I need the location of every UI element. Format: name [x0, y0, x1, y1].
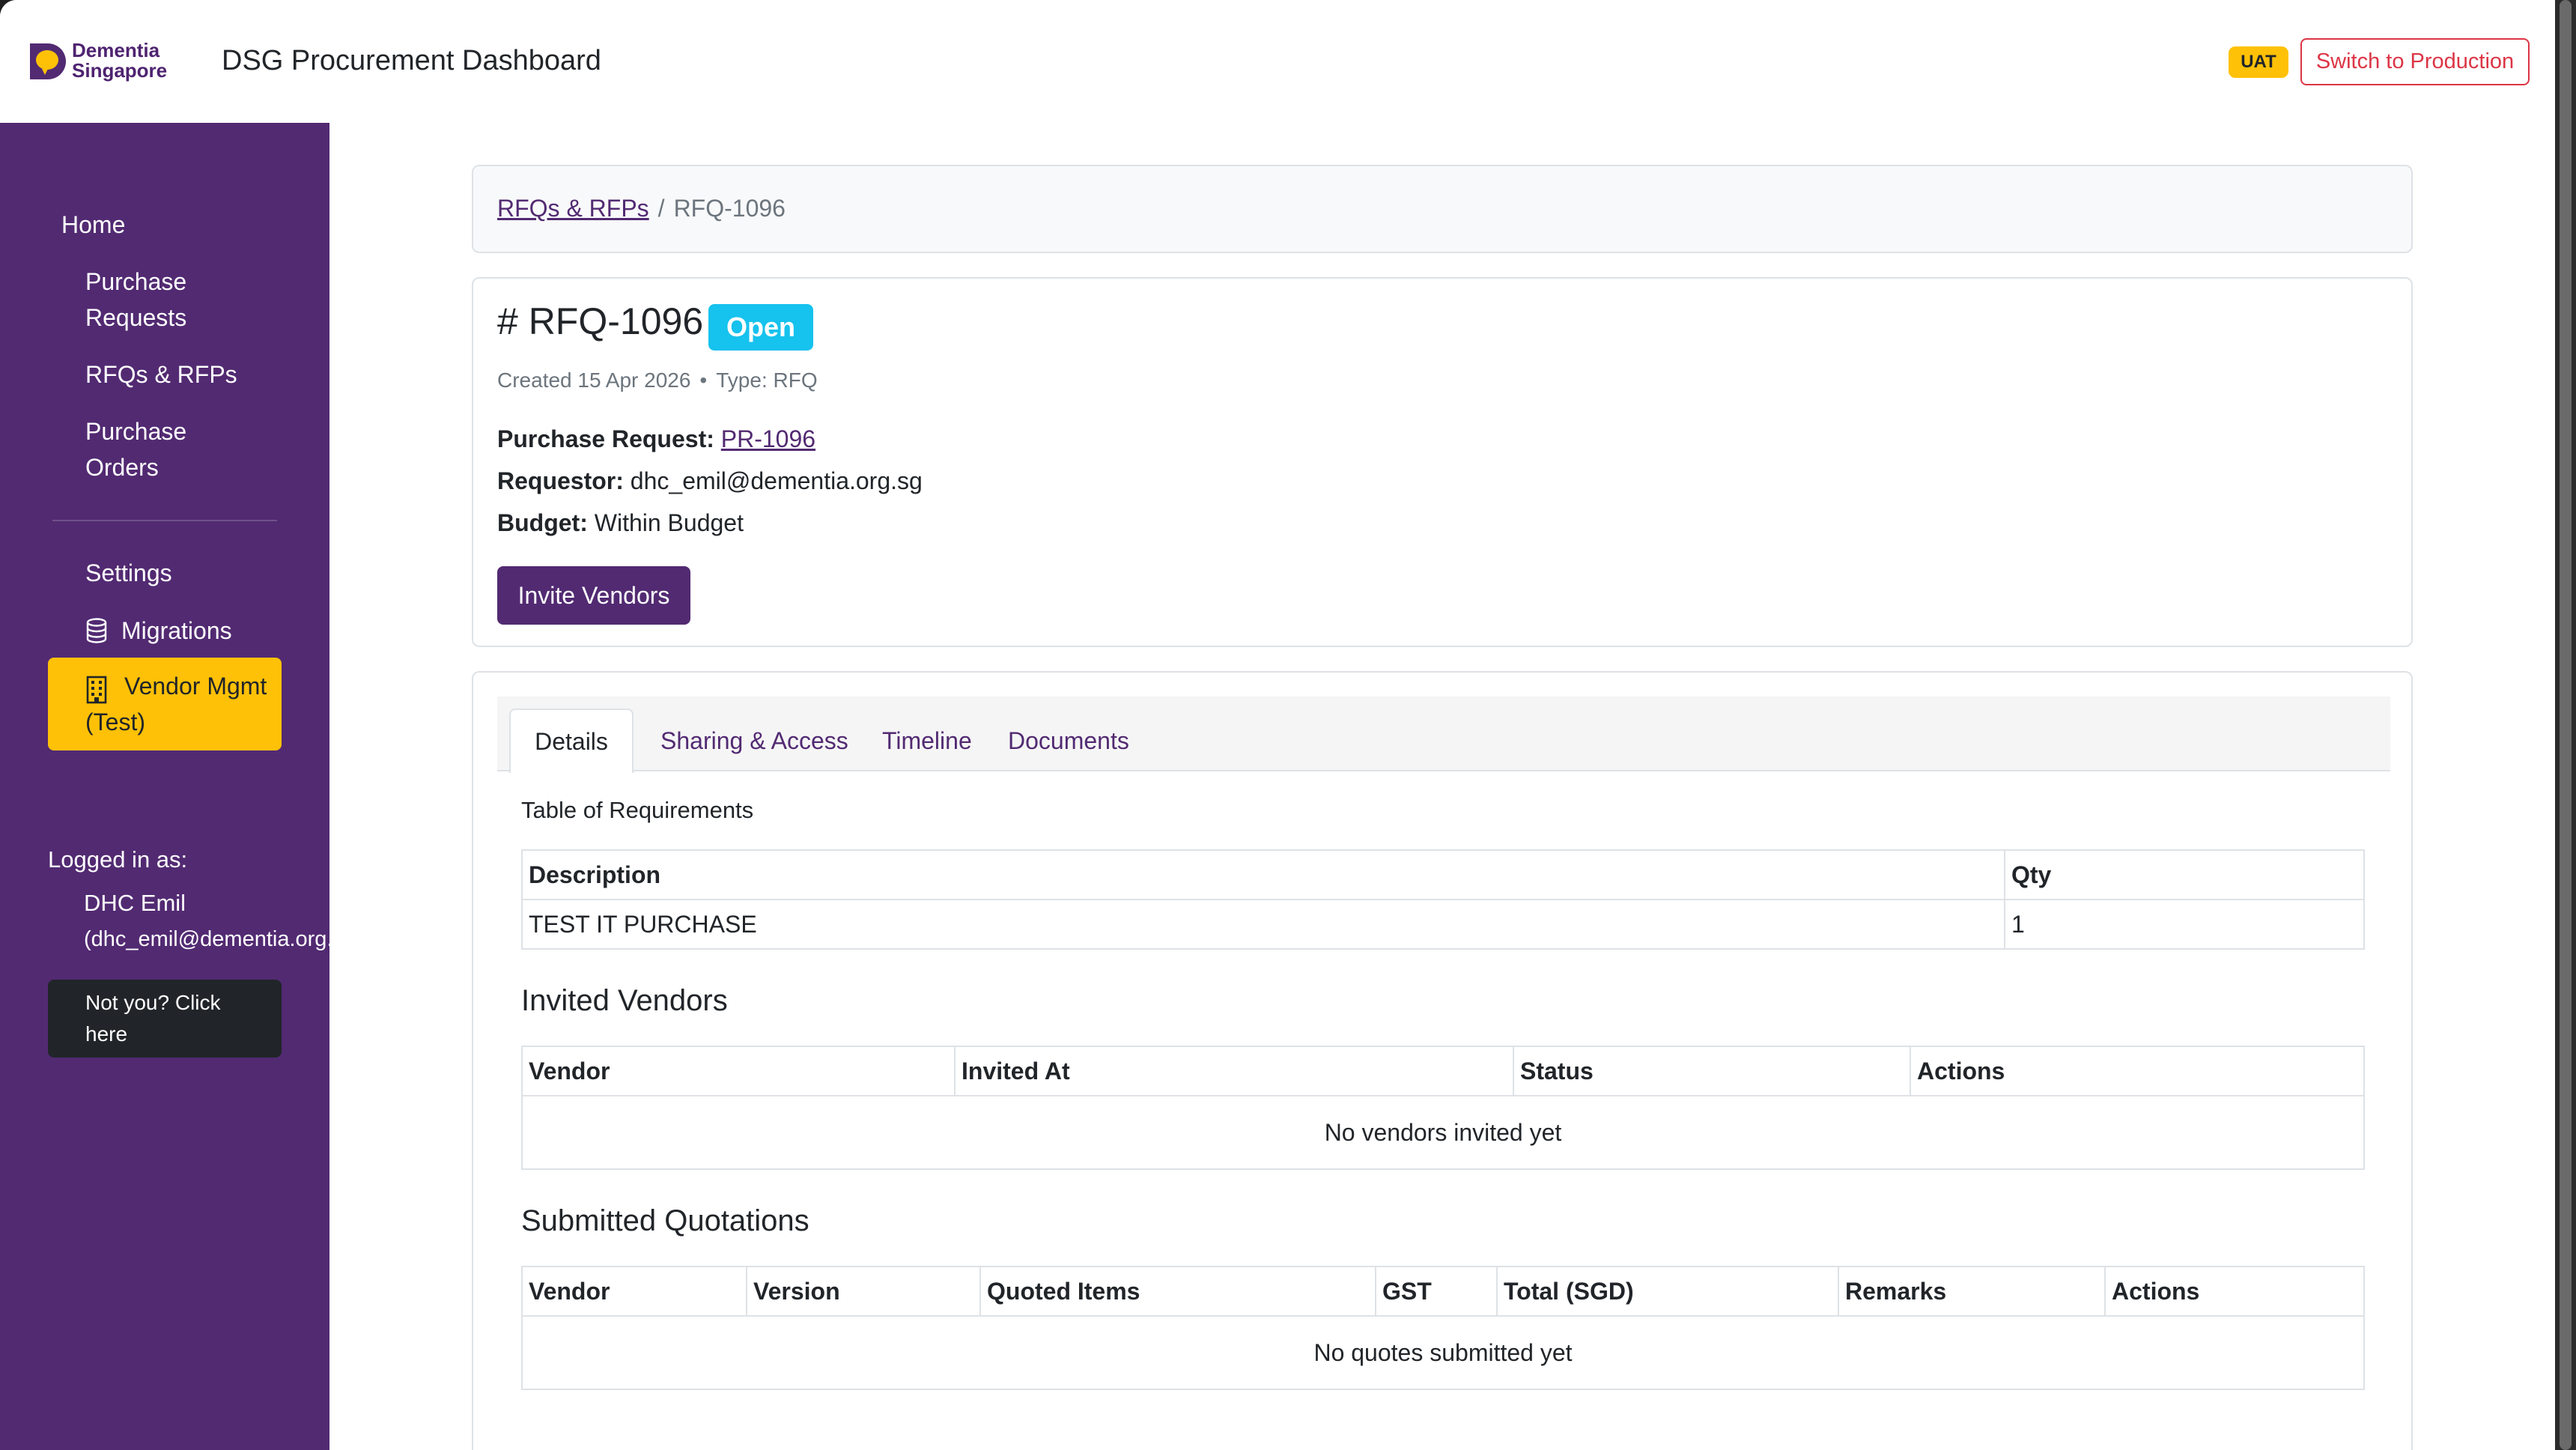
tab-timeline[interactable]: Timeline — [882, 709, 972, 773]
rfq-meta: Created 15 Apr 2026 • Type: RFQ — [497, 368, 818, 392]
table-row: TEST IT PURCHASE 1 — [521, 899, 2365, 950]
app-title: DSG Procurement Dashboard — [222, 45, 601, 76]
user-email: (dhc_emil@dementia.org. — [84, 927, 333, 951]
user-name: DHC Emil — [84, 890, 186, 916]
empty-state-message: No vendors invited yet — [521, 1095, 2365, 1170]
requestor-label: Requestor: — [497, 467, 624, 494]
submitted-quotations-title: Submitted Quotations — [521, 1204, 809, 1237]
sidebar-item-purchase-requests[interactable]: Purchase Requests — [85, 264, 265, 336]
column-header: Version — [746, 1266, 981, 1317]
details-card: Details Sharing & Access Timeline Docume… — [472, 671, 2413, 1450]
breadcrumb-separator: / — [657, 195, 665, 222]
tab-bar: Details Sharing & Access Timeline Docume… — [497, 697, 2390, 773]
sidebar-item-label: Purchase Orders — [85, 418, 187, 481]
sidebar-item-label: Vendor Mgmt (Test) — [85, 673, 267, 735]
invited-vendors-title: Invited Vendors — [521, 984, 728, 1017]
sidebar-divider — [52, 520, 277, 521]
column-header: Remarks — [1838, 1266, 2106, 1317]
rfq-summary-card: # RFQ-1096 Open Created 15 Apr 2026 • Type… — [472, 277, 2413, 647]
sidebar-item-rfqs[interactable]: RFQs & RFPs — [85, 357, 237, 392]
breadcrumb: RFQs & RFPs / RFQ-1096 — [497, 195, 786, 222]
submitted-quotations-table: Vendor Version Quoted Items GST Total (S… — [521, 1266, 2365, 1390]
not-you-button[interactable]: Not you? Click here — [48, 980, 282, 1058]
sidebar-item-home[interactable]: Home — [61, 207, 125, 243]
logo-text: Dementia Singapore — [72, 39, 168, 82]
tab-documents[interactable]: Documents — [1008, 709, 1129, 773]
tab-details[interactable]: Details — [509, 709, 634, 773]
requestor-row: Requestor: dhc_emil@dementia.org.sg — [497, 467, 923, 495]
sidebar: Home Purchase Requests RFQs & RFPs Purch… — [0, 123, 333, 1450]
breadcrumb-link-rfqs[interactable]: RFQs & RFPs — [497, 195, 649, 222]
status-badge: Open — [708, 304, 813, 351]
breadcrumb-card: RFQs & RFPs / RFQ-1096 — [472, 165, 2413, 253]
table-row: No vendors invited yet — [521, 1095, 2365, 1170]
table-header-row: Description Qty — [521, 849, 2365, 900]
logged-in-label: Logged in as: — [48, 846, 188, 873]
purchase-request-label: Purchase Request: — [497, 425, 714, 452]
dementia-singapore-logo[interactable]: Dementia Singapore — [27, 37, 177, 85]
requirements-label: Table of Requirements — [521, 797, 754, 823]
scrollbar-thumb[interactable] — [2560, 0, 2572, 1450]
table-row: No quotes submitted yet — [521, 1315, 2365, 1390]
page-title: # RFQ-1096 — [497, 300, 704, 342]
empty-state-message: No quotes submitted yet — [521, 1315, 2365, 1390]
table-header-row: Vendor Invited At Status Actions — [521, 1046, 2365, 1096]
budget-value: Within Budget — [594, 509, 744, 536]
column-header: Status — [1513, 1046, 1911, 1096]
column-header: Total (SGD) — [1496, 1266, 1839, 1317]
table-cell: TEST IT PURCHASE — [521, 899, 2005, 950]
database-icon — [86, 618, 107, 643]
environment-badge: UAT — [2229, 46, 2288, 78]
requestor-value: dhc_emil@dementia.org.sg — [630, 467, 923, 494]
table-header-row: Vendor Version Quoted Items GST Total (S… — [521, 1266, 2365, 1317]
column-header: Invited At — [954, 1046, 1514, 1096]
sidebar-item-settings[interactable]: Settings — [85, 555, 172, 591]
column-header: Vendor — [521, 1046, 956, 1096]
column-header: Actions — [2104, 1266, 2365, 1317]
app-window: Dementia Singapore DSG Procurement Dashb… — [0, 0, 2555, 1450]
column-header: Quoted Items — [979, 1266, 1376, 1317]
breadcrumb-current: RFQ-1096 — [673, 195, 786, 222]
column-header: Qty — [2004, 849, 2365, 900]
column-header: Actions — [1910, 1046, 2365, 1096]
invite-vendors-button[interactable]: Invite Vendors — [497, 566, 690, 625]
table-cell: 1 — [2004, 899, 2365, 950]
invited-vendors-table: Vendor Invited At Status Actions No vend… — [521, 1046, 2365, 1170]
sidebar-item-label: Migrations — [121, 617, 232, 644]
budget-label: Budget: — [497, 509, 588, 536]
column-header: Vendor — [521, 1266, 747, 1317]
meta-separator: • — [699, 368, 708, 392]
sidebar-item-label: Purchase Requests — [85, 268, 187, 331]
created-date: Created 15 Apr 2026 — [497, 368, 691, 392]
column-header: Description — [521, 849, 2005, 900]
tab-sharing-access[interactable]: Sharing & Access — [660, 709, 848, 773]
rfq-type: Type: RFQ — [716, 368, 818, 392]
sidebar-item-vendor-mgmt[interactable]: Vendor Mgmt (Test) — [48, 658, 282, 750]
sidebar-item-migrations[interactable]: Migrations — [85, 613, 232, 649]
vertical-scrollbar[interactable] — [2555, 0, 2576, 1450]
top-header: Dementia Singapore DSG Procurement Dashb… — [0, 0, 2555, 123]
budget-row: Budget: Within Budget — [497, 509, 744, 537]
purchase-request-row: Purchase Request: PR-1096 — [497, 425, 815, 453]
sidebar-item-purchase-orders[interactable]: Purchase Orders — [85, 413, 235, 485]
requirements-table: Description Qty TEST IT PURCHASE 1 — [521, 849, 2365, 950]
column-header: GST — [1375, 1266, 1498, 1317]
switch-to-production-button[interactable]: Switch to Production — [2300, 38, 2530, 85]
purchase-request-link[interactable]: PR-1096 — [721, 425, 815, 452]
logo-mark-icon — [30, 43, 66, 79]
